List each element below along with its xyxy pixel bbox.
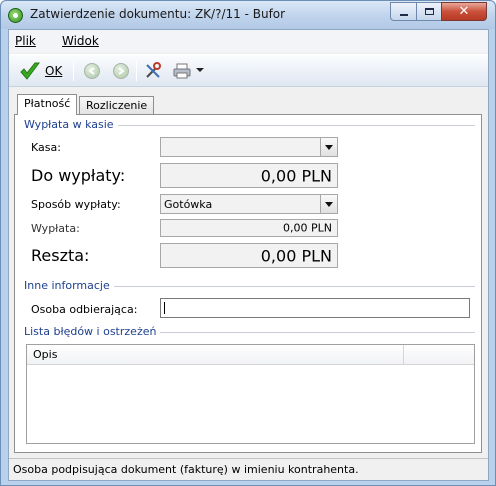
window-title: Zatwierdzenie dokumentu: ZK/?/11 - Bufor	[30, 7, 286, 21]
do-wyplaty-field: 0,00 PLN	[160, 163, 338, 188]
title-bar[interactable]: Zatwierdzenie dokumentu: ZK/?/11 - Bufor…	[1, 1, 495, 29]
menu-widok-label: Widok	[62, 34, 99, 48]
forward-arrow-glyph	[118, 67, 125, 75]
back-arrow-glyph	[88, 67, 95, 75]
maximize-button[interactable]	[416, 2, 442, 21]
do-wyplaty-value: 0,00 PLN	[260, 166, 332, 185]
dropdown-arrow-icon[interactable]	[196, 68, 204, 72]
chevron-down-icon	[325, 201, 333, 207]
wyplata-label: Wypłata:	[31, 222, 80, 235]
tab-platnosc-label: Płatność	[24, 97, 71, 110]
toolbar-separator	[73, 61, 74, 81]
sposob-wyplaty-value: Gotówka	[164, 198, 213, 211]
chevron-down-icon	[325, 144, 333, 150]
kasa-select[interactable]	[160, 137, 338, 157]
errors-list-header: Opis	[27, 345, 474, 365]
back-icon[interactable]	[84, 63, 100, 79]
section-title-wyplata: Wypłata w kasie	[24, 118, 118, 131]
kasa-dropdown-button[interactable]	[320, 138, 337, 156]
section-title-inne: Inne informacje	[24, 279, 114, 292]
menu-plik-label: Plik	[15, 34, 36, 48]
close-button[interactable]: ✕	[441, 2, 487, 21]
do-wyplaty-label: Do wypłaty:	[31, 166, 126, 185]
ok-check-icon	[20, 62, 40, 80]
errors-list[interactable]: Opis	[26, 344, 475, 444]
printer-icon[interactable]	[173, 63, 191, 79]
toolbar-separator	[136, 61, 137, 81]
kasa-label: Kasa:	[31, 141, 61, 154]
osoba-odbierajaca-input[interactable]	[160, 298, 470, 318]
minimize-icon	[399, 13, 408, 16]
tab-rozliczenie-label: Rozliczenie	[86, 99, 148, 112]
column-header-opis[interactable]: Opis	[33, 348, 57, 361]
close-icon: ✕	[458, 4, 470, 19]
column-separator[interactable]	[403, 345, 404, 365]
sposob-wyplaty-select[interactable]: Gotówka	[160, 194, 338, 214]
text-caret	[164, 302, 165, 314]
wyplata-value: 0,00 PLN	[283, 221, 332, 235]
app-window: Zatwierdzenie dokumentu: ZK/?/11 - Bufor…	[0, 0, 496, 486]
reszta-value: 0,00 PLN	[260, 246, 332, 265]
sposob-dropdown-button[interactable]	[320, 195, 337, 213]
wyplata-field[interactable]: 0,00 PLN	[160, 219, 338, 237]
app-icon	[8, 8, 23, 23]
minimize-button[interactable]	[390, 2, 417, 21]
tools-icon[interactable]	[144, 62, 162, 80]
maximize-icon	[424, 8, 434, 15]
reszta-label: Reszta:	[31, 246, 90, 265]
reszta-field: 0,00 PLN	[160, 243, 338, 268]
menu-plik[interactable]: Plik	[15, 34, 36, 48]
status-text: Osoba podpisująca dokument (fakturę) w i…	[13, 463, 359, 476]
forward-icon[interactable]	[113, 63, 129, 79]
ok-label: OK	[45, 64, 63, 78]
sposob-wyplaty-label: Sposób wypłaty:	[31, 198, 121, 211]
menu-bar: Plik Widok	[9, 30, 488, 52]
toolbar: OK	[9, 54, 488, 87]
tab-rozliczenie[interactable]: Rozliczenie	[79, 96, 155, 114]
ok-button[interactable]: OK	[19, 60, 62, 82]
tab-platnosc[interactable]: Płatność	[17, 94, 78, 115]
status-bar: Osoba podpisująca dokument (fakturę) w i…	[9, 458, 488, 480]
window-client: Plik Widok OK Płatność Rozliczenie Wypła…	[8, 29, 489, 481]
payment-panel: Wypłata w kasie Kasa: Do wypłaty: 0,00 P…	[14, 114, 482, 453]
menu-widok[interactable]: Widok	[62, 34, 99, 48]
osoba-odbierajaca-label: Osoba odbierająca:	[31, 303, 138, 316]
section-title-bledy: Lista błędów i ostrzeżeń	[24, 325, 161, 338]
